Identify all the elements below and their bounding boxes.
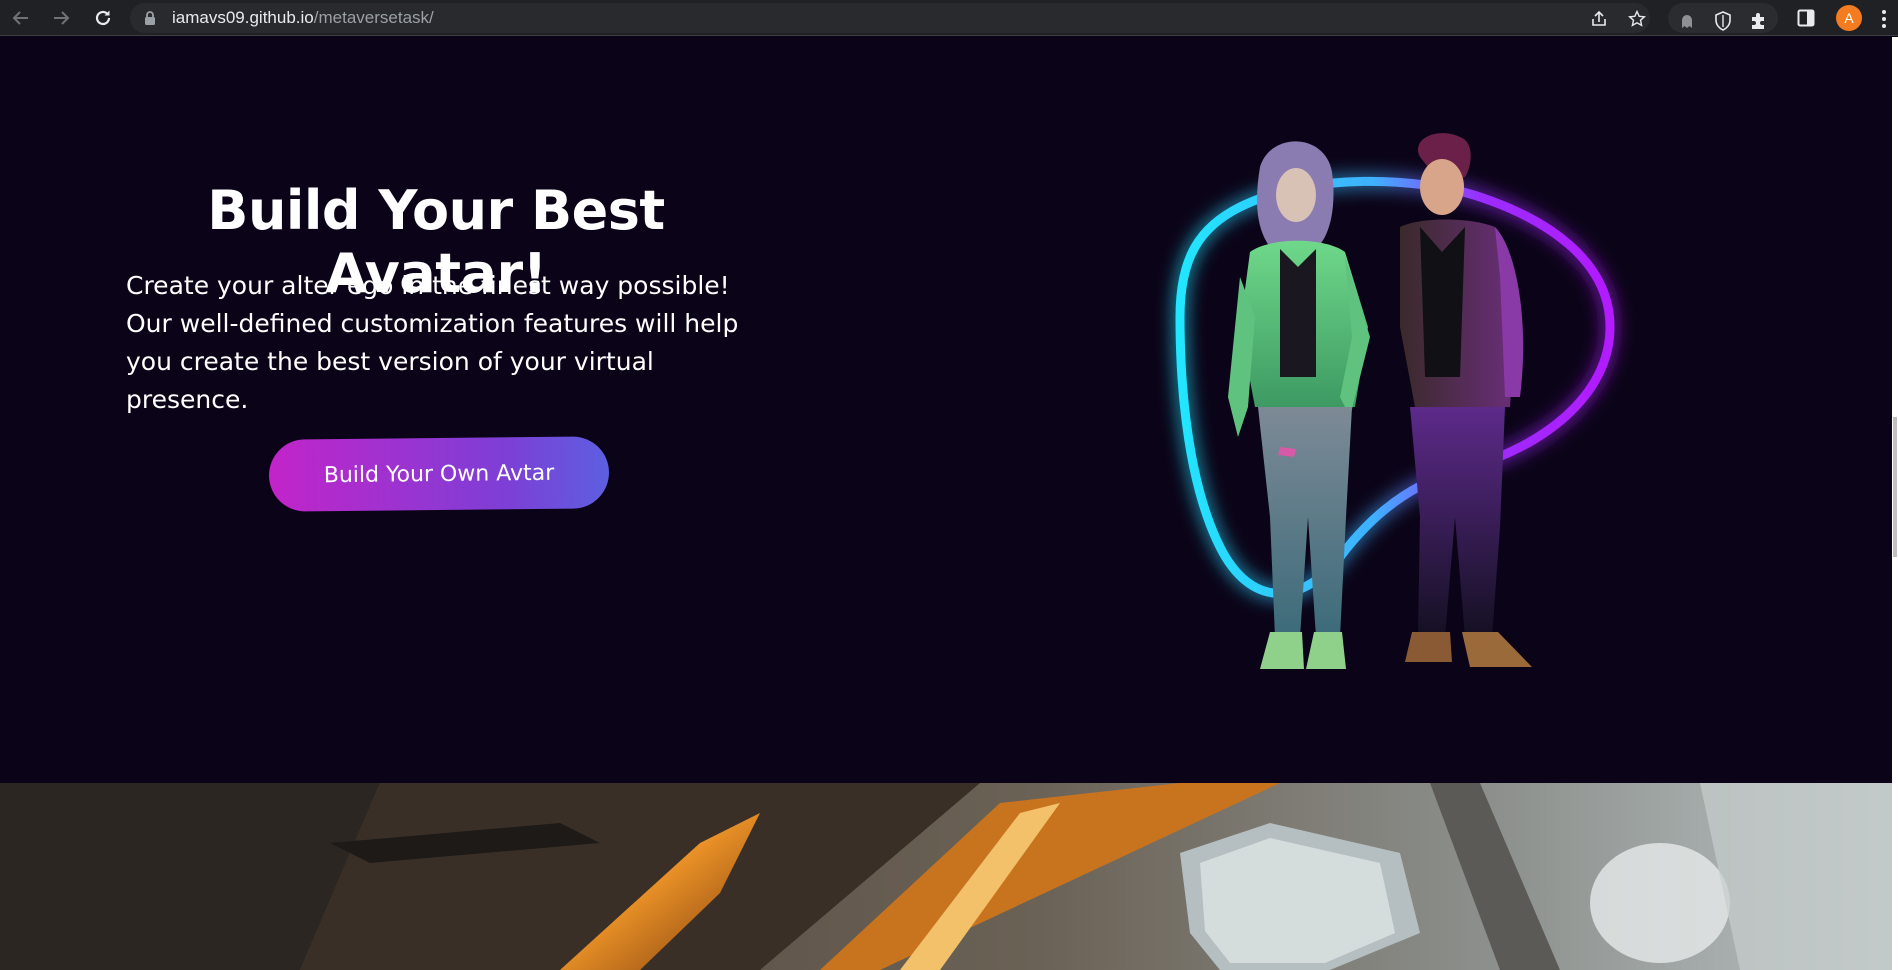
back-button[interactable] (8, 6, 34, 30)
side-panel-icon (1797, 9, 1815, 27)
ghost-extension-icon (1682, 15, 1692, 28)
hero-section: Build Your Best Avatar! Create your alte… (0, 37, 1892, 783)
banner-artwork (0, 783, 1892, 970)
profile-avatar[interactable]: A (1836, 5, 1862, 31)
kebab-menu-icon[interactable] (1880, 8, 1888, 30)
shield-extension-button[interactable] (1712, 10, 1734, 32)
arrow-left-icon (12, 11, 28, 25)
share-icon[interactable] (1590, 10, 1608, 28)
extensions-button[interactable] (1748, 10, 1770, 32)
url-host: iamavs09.github.io (172, 8, 314, 27)
side-panel-button[interactable] (1795, 7, 1817, 29)
female-avatar (1228, 141, 1370, 669)
address-bar[interactable]: iamavs09.github.io/metaversetask/ (130, 3, 1650, 33)
url-text: iamavs09.github.io/metaversetask/ (172, 3, 434, 33)
hero-description: Create your alter ego in the finest way … (126, 271, 739, 414)
build-avatar-button[interactable]: Build Your Own Avtar (268, 436, 610, 512)
reload-icon (95, 10, 111, 26)
reload-button[interactable] (90, 6, 116, 30)
page-scrollbar[interactable] (1892, 37, 1898, 970)
scrollbar-thumb[interactable] (1893, 417, 1897, 557)
ghost-extension-button[interactable] (1676, 10, 1698, 32)
arrow-right-icon (54, 11, 70, 25)
browser-toolbar: iamavs09.github.io/metaversetask/ A (0, 0, 1898, 36)
url-path: /metaversetask/ (313, 8, 434, 27)
puzzle-icon (1752, 13, 1764, 29)
extension-group (1668, 3, 1778, 33)
forward-button[interactable] (48, 6, 74, 30)
avatar-illustration (1175, 133, 1615, 669)
shield-icon (1715, 11, 1731, 31)
lock-icon (145, 11, 155, 25)
next-section-banner (0, 783, 1892, 970)
star-icon[interactable] (1628, 10, 1646, 28)
